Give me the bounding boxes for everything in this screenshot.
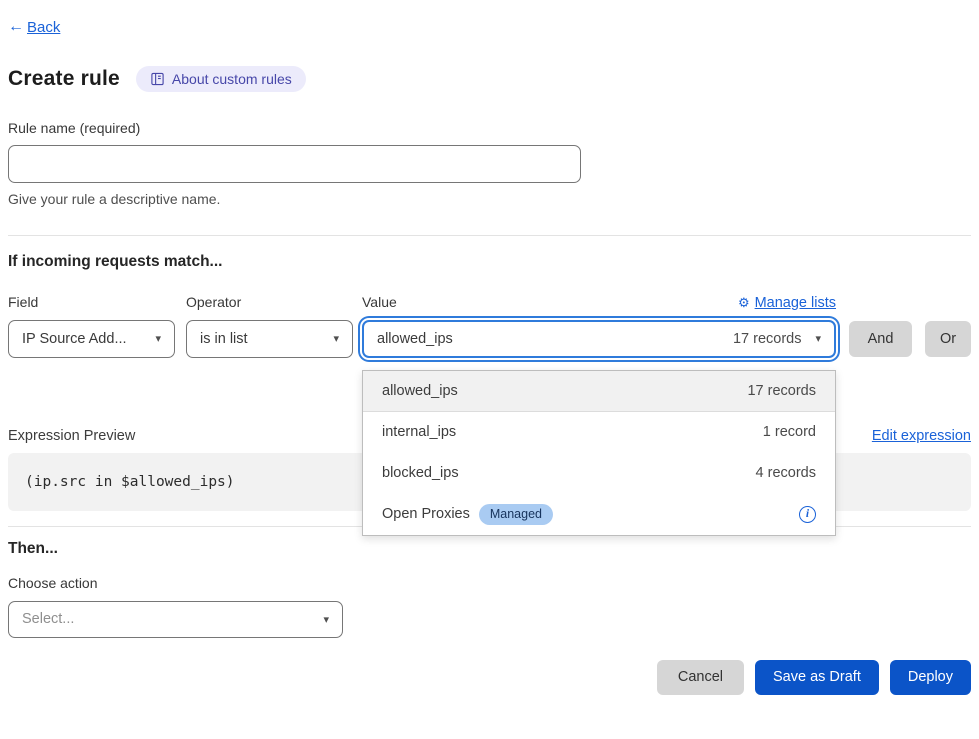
info-icon[interactable]: i (799, 506, 816, 523)
list-item-open-proxies[interactable]: Open Proxies Managed i (363, 494, 835, 535)
chevron-down-icon: ▾ (155, 332, 161, 345)
value-select-records: 17 records (733, 331, 816, 347)
edit-expression-link[interactable]: Edit expression (872, 428, 971, 444)
value-column: Value ⚙ Manage lists allowed_ips 17 reco… (362, 294, 836, 358)
chevron-down-icon: ▾ (323, 613, 329, 626)
list-item-name: Open Proxies (382, 506, 470, 522)
gear-icon: ⚙ (738, 295, 750, 311)
title-row: Create rule About custom rules (8, 66, 971, 92)
about-custom-rules-link[interactable]: About custom rules (136, 66, 306, 92)
cancel-button[interactable]: Cancel (657, 660, 744, 695)
field-column: Field IP Source Add... ▾ (8, 294, 175, 358)
match-heading: If incoming requests match... (8, 253, 971, 271)
field-select-value: IP Source Add... (22, 331, 127, 347)
section-divider (8, 235, 971, 236)
chevron-down-icon: ▾ (815, 332, 821, 345)
rule-name-input[interactable] (8, 145, 581, 183)
footer-actions: Cancel Save as Draft Deploy (8, 660, 971, 695)
list-item-name: blocked_ips (382, 465, 459, 481)
book-icon (150, 72, 165, 86)
value-label: Value (362, 294, 397, 311)
back-arrow-icon: ← (8, 19, 24, 35)
list-item-allowed-ips[interactable]: allowed_ips 17 records (363, 371, 835, 412)
match-controls-row: Field IP Source Add... ▾ Operator is in … (8, 294, 971, 358)
operator-select-value: is in list (200, 331, 248, 347)
and-button[interactable]: And (849, 321, 912, 357)
back-label: Back (27, 19, 60, 36)
chevron-down-icon: ▾ (333, 332, 339, 345)
or-button[interactable]: Or (925, 321, 971, 357)
expression-code: (ip.src in $allowed_ips) (25, 474, 235, 490)
value-select[interactable]: allowed_ips 17 records ▾ (362, 320, 836, 358)
list-item-name: allowed_ips (382, 383, 458, 399)
then-heading: Then... (8, 540, 971, 558)
create-rule-page: ← Back Create rule About custom rules Ru… (0, 0, 979, 739)
manage-lists-label: Manage lists (755, 295, 836, 311)
action-select-placeholder: Select... (22, 611, 74, 627)
save-as-draft-button[interactable]: Save as Draft (755, 660, 879, 695)
list-item-records: 4 records (756, 465, 816, 481)
back-link[interactable]: ← Back (8, 19, 60, 36)
value-select-value: allowed_ips (377, 331, 453, 347)
list-item-name: internal_ips (382, 424, 456, 440)
manage-lists-link[interactable]: ⚙ Manage lists (738, 295, 836, 311)
action-select[interactable]: Select... ▾ (8, 601, 343, 638)
page-title: Create rule (8, 67, 120, 91)
rule-name-group: Rule name (required) Give your rule a de… (8, 120, 971, 207)
lists-dropdown-panel: allowed_ips 17 records internal_ips 1 re… (362, 370, 836, 536)
list-item-internal-ips[interactable]: internal_ips 1 record (363, 412, 835, 453)
list-item-records: 1 record (763, 424, 816, 440)
connector-buttons: And Or (849, 294, 971, 357)
operator-column: Operator is in list ▾ (186, 294, 353, 358)
rule-name-label: Rule name (required) (8, 120, 971, 136)
list-item-left: Open Proxies Managed (382, 504, 553, 525)
about-label: About custom rules (172, 71, 292, 87)
expression-preview-label: Expression Preview (8, 428, 135, 444)
list-item-records: 17 records (747, 383, 816, 399)
field-select[interactable]: IP Source Add... ▾ (8, 320, 175, 358)
operator-select[interactable]: is in list ▾ (186, 320, 353, 358)
field-label: Field (8, 294, 175, 311)
deploy-button[interactable]: Deploy (890, 660, 971, 695)
value-label-row: Value ⚙ Manage lists (362, 294, 836, 311)
rule-name-helper: Give your rule a descriptive name. (8, 191, 971, 207)
choose-action-label: Choose action (8, 575, 971, 591)
managed-badge: Managed (479, 504, 553, 525)
operator-label: Operator (186, 294, 353, 311)
list-item-blocked-ips[interactable]: blocked_ips 4 records (363, 453, 835, 494)
